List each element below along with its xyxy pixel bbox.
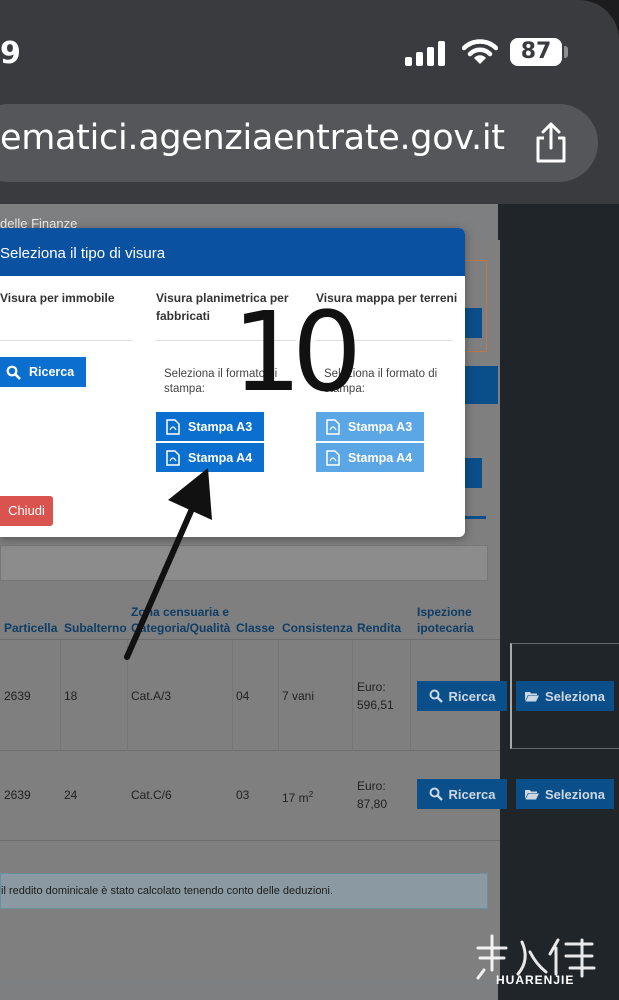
seleziona-button[interactable]: Seleziona [516, 681, 614, 711]
consistenza-superscript: 2 [308, 790, 314, 799]
search-icon [429, 689, 443, 703]
page-side-strip [498, 204, 619, 1000]
background-input [0, 545, 488, 581]
background-button [464, 308, 482, 338]
col1-title: Visura per immobile [0, 291, 115, 305]
cell-rendita-line2: 596,51 [357, 698, 394, 712]
battery-icon: 87 [510, 38, 562, 66]
wifi-icon [462, 39, 498, 64]
table-col-rule [60, 640, 61, 750]
ricerca-button[interactable]: Ricerca [417, 779, 507, 809]
consistenza-value: 17 m [282, 791, 309, 805]
cell-consistenza: 17 m2 [282, 786, 313, 807]
table-header-rule [0, 639, 500, 640]
watermark-text: HUARENJIE [496, 973, 575, 987]
table-col-rule [352, 640, 353, 750]
seleziona-button-label: Seleziona [545, 688, 605, 704]
background-section-header [464, 366, 498, 404]
seleziona-button-label: Seleziona [545, 786, 605, 802]
folder-open-icon [525, 691, 540, 701]
table-row-rule [0, 840, 500, 841]
ricerca-label: Ricerca [29, 365, 75, 379]
stampa-a3-label: Stampa A3 [188, 419, 253, 434]
ricerca-button-label: Ricerca [448, 786, 496, 802]
table-col-rule [278, 640, 279, 750]
share-icon[interactable] [533, 122, 569, 164]
cell-classe: 04 [236, 689, 250, 703]
cell-rendita-line2: 87,80 [357, 797, 388, 811]
modal-title: Seleziona il tipo di visura [0, 245, 166, 262]
cell-categoria: Cat.A/3 [131, 689, 172, 703]
cell-particella: 2639 [4, 788, 31, 802]
col1-divider [0, 340, 132, 341]
background-divider [464, 516, 486, 519]
pdf-icon [326, 449, 340, 466]
ricerca-button[interactable]: Ricerca [417, 681, 507, 711]
table-col-rule [232, 640, 233, 750]
cell-rendita-line1: Euro: [357, 779, 386, 793]
stampa-a3-label: Stampa A3 [348, 419, 413, 434]
pdf-icon [326, 418, 340, 435]
cell-rendita-line1: Euro: [357, 680, 386, 694]
visura-immobile-ricerca-button[interactable]: Ricerca [0, 357, 86, 387]
th-particella: Particella [4, 621, 58, 635]
ricerca-button-label: Ricerca [448, 688, 496, 704]
mappa-stampa-a4-button[interactable]: Stampa A4 [316, 443, 424, 472]
th-ispezione-line2: ipotecaria [417, 621, 474, 635]
background-button [464, 458, 482, 488]
search-icon [429, 787, 443, 801]
cell-subalterno: 24 [64, 788, 78, 802]
cell-consistenza: 7 vani [282, 689, 315, 703]
col2-hint-line2: stampa: [164, 383, 205, 395]
chiudi-button[interactable]: Chiudi [0, 496, 53, 526]
col2-title-line2: fabbricati [156, 309, 211, 323]
cellular-signal-icon [405, 40, 449, 66]
cell-categoria: Cat.C/6 [131, 788, 172, 802]
seleziona-button[interactable]: Seleziona [516, 779, 614, 809]
annotation-arrow-icon [124, 468, 212, 660]
th-classe: Classe [236, 621, 275, 635]
address-bar-url[interactable]: ematici.agenziaentrate.gov.it [0, 118, 505, 158]
th-consistenza: Consistenza [282, 621, 353, 635]
table-col-rule [410, 640, 411, 750]
battery-tip [564, 46, 568, 58]
stampa-a4-label: Stampa A4 [348, 450, 413, 465]
status-clock: 9 [0, 36, 21, 71]
table-row-rule [0, 750, 500, 751]
th-ispezione-line1: Ispezione [417, 605, 472, 619]
planimetrica-stampa-a3-button[interactable]: Stampa A3 [156, 412, 264, 441]
folder-open-icon [525, 789, 540, 799]
pdf-icon [166, 418, 180, 435]
mappa-stampa-a3-button[interactable]: Stampa A3 [316, 412, 424, 441]
cell-classe: 03 [236, 788, 250, 802]
footnote: il reddito dominicale è stato calcolato … [0, 873, 488, 909]
search-icon [6, 365, 21, 380]
th-rendita: Rendita [357, 621, 402, 635]
cell-subalterno: 18 [64, 689, 78, 703]
annotation-step-number: 10 [232, 288, 362, 416]
cell-particella: 2639 [4, 689, 31, 703]
